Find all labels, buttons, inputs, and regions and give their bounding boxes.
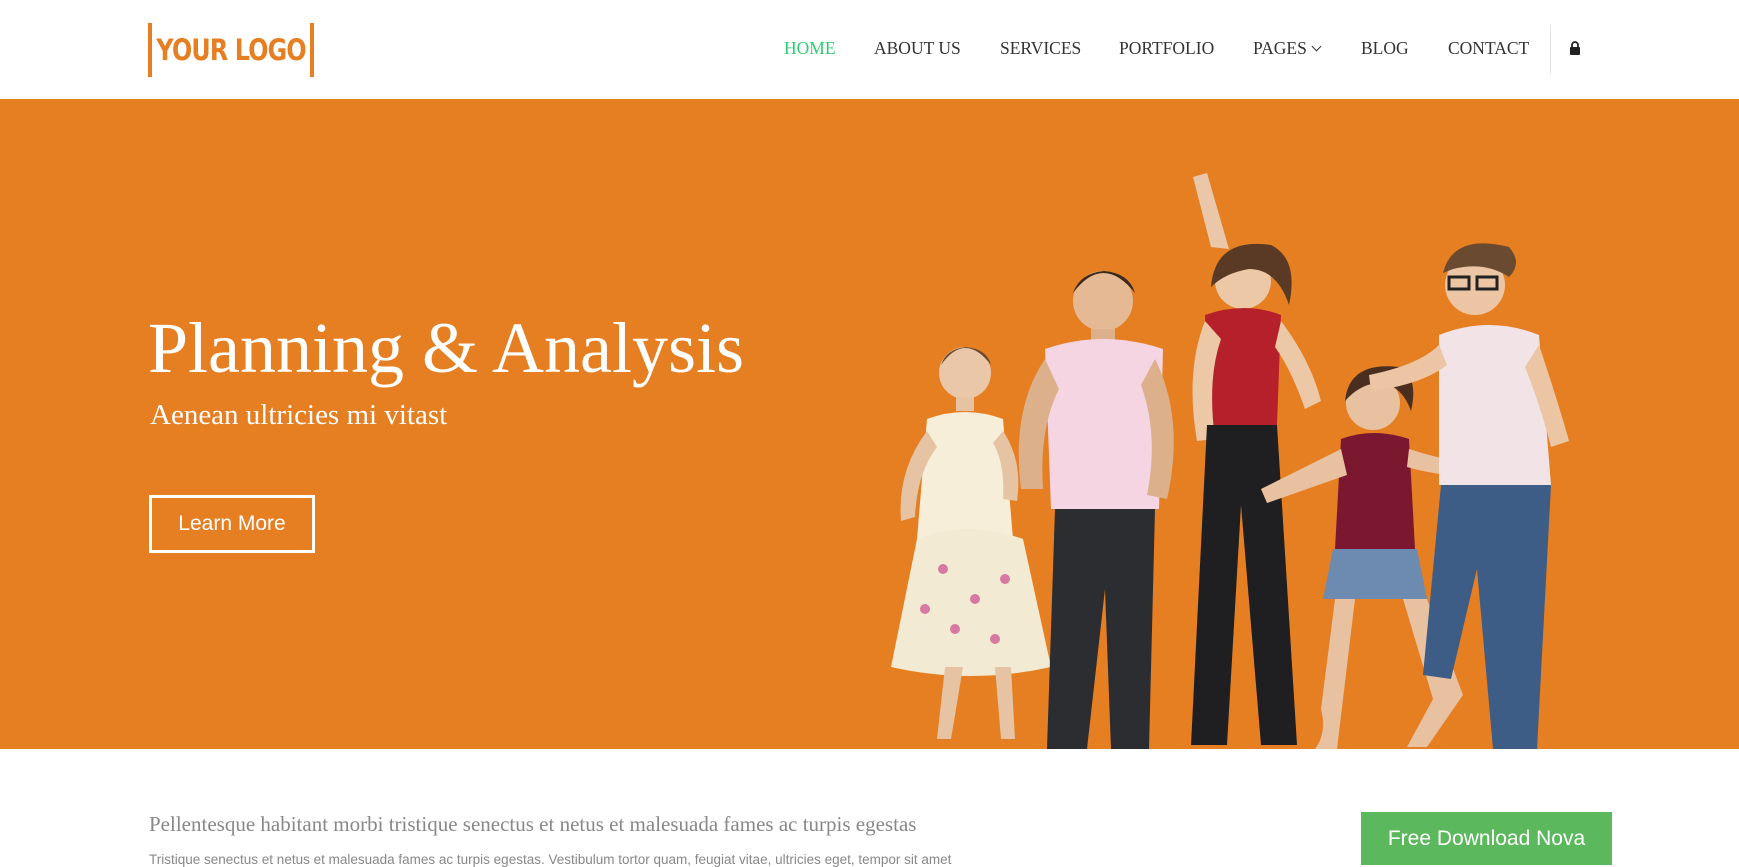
lock-icon[interactable] — [1569, 41, 1581, 55]
hero-subtitle: Aenean ultricies mi vitast — [150, 399, 448, 431]
learn-more-button[interactable]: Learn More — [149, 495, 315, 553]
nav-blog[interactable]: BLOG — [1361, 38, 1409, 59]
site-logo[interactable]: YOUR LOGO — [148, 23, 314, 77]
intro-heading: Pellentesque habitant morbi tristique se… — [149, 812, 917, 836]
nav-about-us[interactable]: ABOUT US — [874, 38, 961, 59]
nav-portfolio[interactable]: PORTFOLIO — [1119, 38, 1214, 59]
nav-divider — [1550, 25, 1551, 74]
person-3 — [1191, 173, 1321, 745]
logo-text: YOUR LOGO — [156, 33, 306, 67]
nav-pages-label: PAGES — [1253, 38, 1307, 58]
person-2 — [1018, 271, 1174, 749]
site-header: YOUR LOGO HOME ABOUT US SERVICES PORTFOL… — [0, 0, 1739, 99]
free-download-button[interactable]: Free Download Nova — [1361, 812, 1612, 865]
nav-services[interactable]: SERVICES — [1000, 38, 1081, 59]
hero-people-image — [891, 173, 1569, 749]
nav-home[interactable]: HOME — [784, 38, 836, 59]
intro-text: Tristique senectus et netus et malesuada… — [149, 852, 952, 867]
hero-banner: Planning & Analysis Aenean ultricies mi … — [0, 99, 1739, 749]
hero-title: Planning & Analysis — [148, 308, 745, 388]
nav-pages[interactable]: PAGES — [1253, 38, 1322, 59]
nav-contact[interactable]: CONTACT — [1448, 38, 1529, 59]
chevron-down-icon — [1311, 41, 1322, 52]
